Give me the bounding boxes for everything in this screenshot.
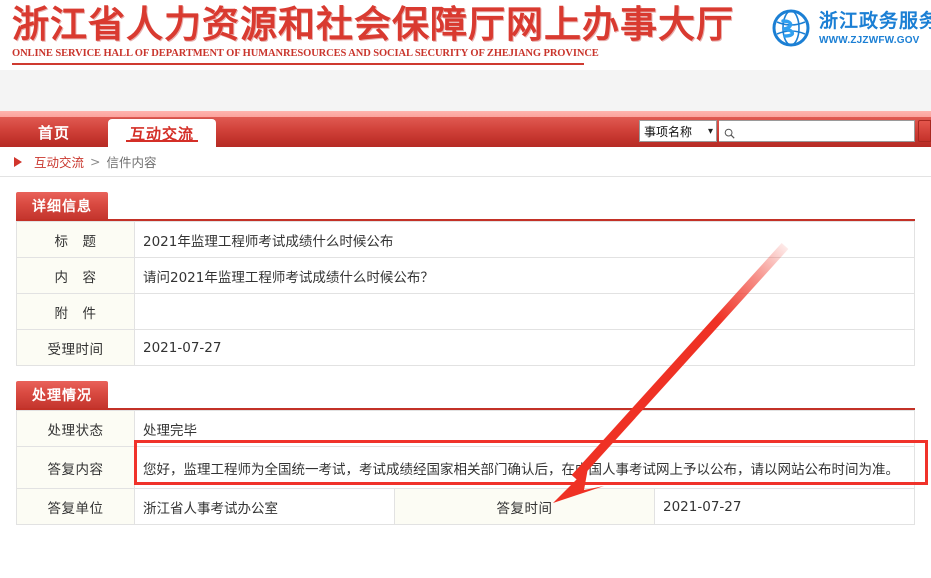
row-label-content: 内 容 xyxy=(16,257,135,294)
search-area: 事项名称 ▾ xyxy=(639,120,931,142)
triangle-right-icon xyxy=(14,156,22,167)
page-content: 详细信息 标 题 2021年监理工程师考试成绩什么时候公布 内 容 请问2021… xyxy=(0,192,931,525)
zhejiang-gov-globe-icon xyxy=(771,8,811,48)
search-category-select[interactable]: 事项名称 ▾ xyxy=(639,120,717,142)
site-title-en: ONLINE SERVICE HALL OF DEPARTMENT OF HUM… xyxy=(12,48,599,59)
detail-info-table: 标 题 2021年监理工程师考试成绩什么时候公布 内 容 请问2021年监理工程… xyxy=(16,221,915,366)
chevron-down-icon: ▾ xyxy=(707,125,713,137)
search-submit-button[interactable] xyxy=(918,120,931,142)
row-label-accept-time: 受理时间 xyxy=(16,329,135,366)
zhejiang-gov-logo[interactable]: 浙江政务服务 WWW.ZJZWFW.GOV xyxy=(771,8,931,48)
magnifier-icon xyxy=(724,126,735,139)
brand-divider xyxy=(12,63,584,65)
row-value-reply-org: 浙江省人事考试办公室 xyxy=(134,488,395,525)
nav-item-home-label: 首页 xyxy=(37,123,70,142)
table-row: 答复单位 浙江省人事考试办公室 答复时间 2021-07-27 xyxy=(16,488,915,525)
site-brand: 浙江省人力资源和社会保障厅网上办事大厅 ONLINE SERVICE HALL … xyxy=(12,2,734,65)
row-label-attachment: 附 件 xyxy=(16,293,135,330)
table-row: 受理时间 2021-07-27 xyxy=(16,329,915,366)
row-label-title: 标 题 xyxy=(16,221,135,258)
row-value-process-state: 处理完毕 xyxy=(134,410,915,447)
processing-info-table: 处理状态 处理完毕 答复内容 您好，监理工程师为全国统一考试，考试成绩经国家相关… xyxy=(16,410,928,525)
active-tab-underline xyxy=(126,140,198,142)
breadcrumb-separator: > xyxy=(90,154,101,169)
section-detail-info: 详细信息 标 题 2021年监理工程师考试成绩什么时候公布 内 容 请问2021… xyxy=(16,192,915,366)
breadcrumb: 互动交流 > 信件内容 xyxy=(0,147,931,177)
table-row: 附 件 xyxy=(16,293,915,330)
section-title-processing: 处理情况 xyxy=(16,381,108,408)
table-row: 标 题 2021年监理工程师考试成绩什么时候公布 xyxy=(16,221,915,258)
section-title-detail: 详细信息 xyxy=(16,192,108,219)
search-category-value: 事项名称 xyxy=(644,124,693,139)
site-header: 浙江省人力资源和社会保障厅网上办事大厅 ONLINE SERVICE HALL … xyxy=(0,0,931,70)
row-value-reply-time: 2021-07-27 xyxy=(654,488,915,525)
search-input[interactable] xyxy=(738,123,914,139)
row-label-reply-time: 答复时间 xyxy=(394,488,655,525)
breadcrumb-current: 信件内容 xyxy=(106,155,157,170)
row-value-content: 请问2021年监理工程师考试成绩什么时候公布？ xyxy=(134,257,915,294)
section-header-detail: 详细信息 xyxy=(16,192,915,221)
row-label-reply-content: 答复内容 xyxy=(16,446,135,489)
row-value-attachment xyxy=(134,293,915,330)
search-input-wrap[interactable] xyxy=(719,120,915,142)
nav-item-home[interactable]: 首页 xyxy=(0,117,108,147)
header-spacer-band xyxy=(0,70,931,111)
section-processing-status: 处理情况 处理状态 处理完毕 答复内容 您好，监理工程师为全国统一考试，考试成绩… xyxy=(16,381,928,525)
table-row: 内 容 请问2021年监理工程师考试成绩什么时候公布？ xyxy=(16,257,915,294)
row-value-title: 2021年监理工程师考试成绩什么时候公布 xyxy=(134,221,915,258)
nav-item-interaction[interactable]: 互动交流 xyxy=(108,119,216,147)
row-label-process-state: 处理状态 xyxy=(16,410,135,447)
table-row: 答复内容 您好，监理工程师为全国统一考试，考试成绩经国家相关部门确认后，在中国人… xyxy=(16,440,928,489)
row-value-accept-time: 2021-07-27 xyxy=(134,329,915,366)
table-row: 处理状态 处理完毕 xyxy=(16,410,915,447)
section-header-processing: 处理情况 xyxy=(16,381,915,410)
reply-content-text: 您好，监理工程师为全国统一考试，考试成绩经国家相关部门确认后，在中国人事考试网上… xyxy=(143,461,899,478)
gov-logo-url: WWW.ZJZWFW.GOV xyxy=(818,34,920,46)
site-title-cn: 浙江省人力资源和社会保障厅网上办事大厅 xyxy=(12,2,734,46)
row-label-reply-org: 答复单位 xyxy=(16,488,135,525)
main-navigation-bar: 首页 互动交流 事项名称 ▾ xyxy=(0,111,931,147)
row-value-reply-content: 您好，监理工程师为全国统一考试，考试成绩经国家相关部门确认后，在中国人事考试网上… xyxy=(134,440,928,489)
gov-logo-title: 浙江政务服务 xyxy=(818,9,931,32)
breadcrumb-parent[interactable]: 互动交流 xyxy=(34,152,84,171)
